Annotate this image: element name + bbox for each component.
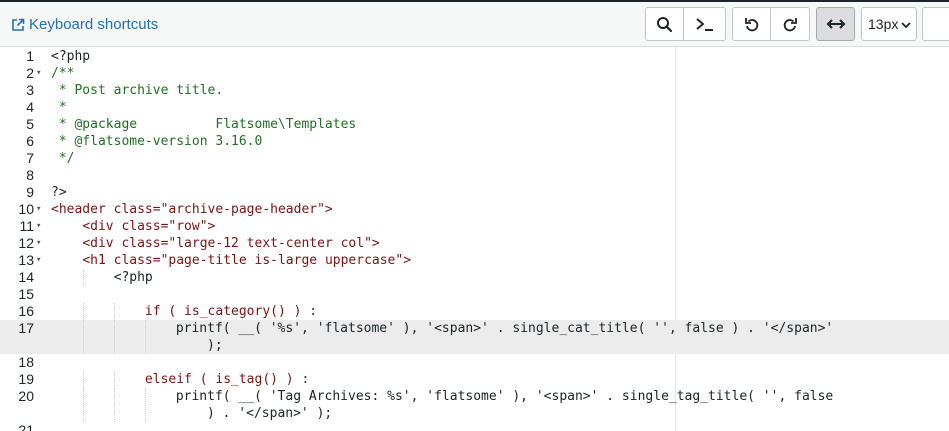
code-line: 6 * @flatsome-version 3.16.0 [26, 133, 263, 149]
search-button[interactable] [645, 7, 684, 41]
code-line: 7 */ [26, 150, 75, 166]
code-line: 11 ▾ <div class="row"> [19, 218, 216, 235]
code-line: 19 elseif ( is_tag() ) : [18, 371, 310, 388]
undo-button[interactable] [732, 7, 771, 41]
font-size-value: 13px [868, 16, 899, 32]
keyboard-shortcuts-link[interactable]: Keyboard shortcuts [11, 16, 158, 33]
code-line: 1 <?php [26, 48, 91, 64]
code-line: 5 * @package Flatsome\Templates [26, 116, 357, 132]
fold-toggle-icon[interactable]: ▾ [36, 218, 45, 235]
code-line: 20 printf( __( 'Tag Archives: %s', 'flat… [18, 388, 842, 422]
code-line-active: 17 printf( __( '%s', 'flatsome' ), '<spa… [0, 320, 949, 354]
code-line: 2 ▾ /** [26, 65, 75, 82]
fold-toggle-icon[interactable]: ▾ [36, 252, 45, 269]
code-line: 18 [18, 354, 34, 370]
horizontal-arrows-icon [826, 18, 846, 30]
code-line: 13 ▾ <h1 class="page-title is-large uppe… [18, 252, 412, 269]
code-line: 16 if ( is_category() ) : [18, 303, 318, 320]
keyboard-shortcuts-label: Keyboard shortcuts [29, 16, 159, 33]
code-line: 10 ▾ <header class="archive-page-header"… [18, 201, 333, 218]
code-line: 9 ?> [26, 184, 67, 200]
code-line: 3 * Post archive title. [26, 82, 224, 98]
terminal-button[interactable] [683, 7, 726, 41]
terminal-icon [695, 16, 715, 32]
code-editor[interactable]: 1 <?php 2 ▾ /** 3 * Post archive title. … [0, 47, 949, 431]
code-line: 21 [18, 422, 34, 431]
editor-toolbar: Keyboard shortcuts 13px [0, 2, 949, 47]
fold-toggle-icon[interactable]: ▾ [36, 65, 45, 82]
code-line: 15 [18, 286, 34, 302]
wrap-toggle-button[interactable] [816, 7, 855, 41]
external-link-icon [11, 18, 25, 32]
toolbar-extra-control[interactable] [922, 7, 949, 41]
code-line: 12 ▾ <div class="large-12 text-center co… [18, 235, 380, 252]
fold-toggle-icon[interactable]: ▾ [36, 235, 45, 252]
redo-button[interactable] [770, 7, 810, 41]
code-line: 8 [26, 167, 34, 183]
chevron-down-icon [901, 16, 911, 32]
font-size-select[interactable]: 13px [861, 7, 917, 41]
search-icon [656, 16, 673, 33]
redo-icon [782, 16, 798, 32]
code-line: 14 <?php [18, 269, 153, 286]
fold-toggle-icon[interactable]: ▾ [36, 201, 45, 218]
code-line: 4 * [26, 99, 67, 115]
undo-icon [744, 16, 760, 32]
